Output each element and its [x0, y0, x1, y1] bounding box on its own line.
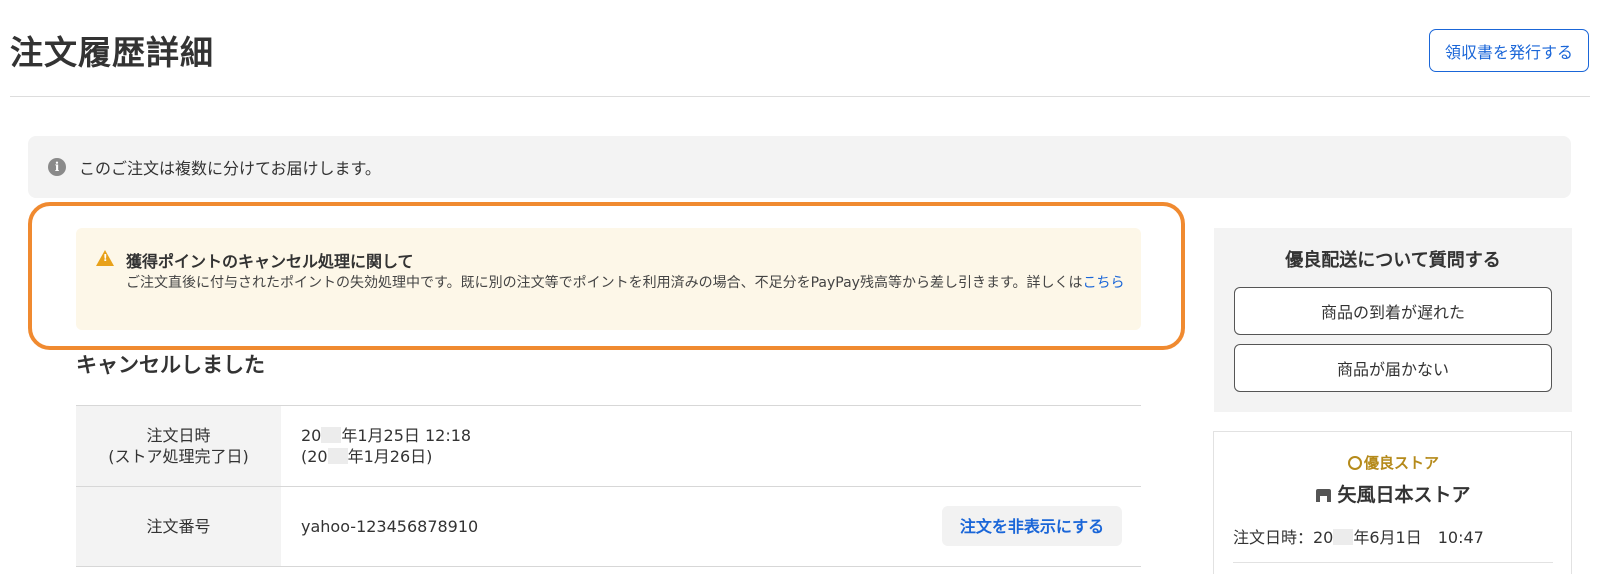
- order-details-table: 注文日時 (ストア処理完了日) 20 年1月25日 12:18 (20 年1月26日…: [76, 405, 1141, 567]
- info-icon: i: [48, 158, 66, 176]
- faq-title: 優良配送について質問する: [1285, 250, 1501, 271]
- table-row: 注文番号 yahoo-123456878910 注文を非表示にする: [76, 487, 1141, 567]
- table-row: 注文日時 (ストア処理完了日) 20 年1月25日 12:18 (20 年1月26日…: [76, 406, 1141, 487]
- header-divider: [10, 96, 1590, 97]
- info-banner-text: このご注文は複数に分けてお届けします。: [79, 159, 381, 178]
- complete-date-prefix: (20: [301, 447, 328, 466]
- issue-receipt-button[interactable]: 領収書を発行する: [1429, 29, 1589, 72]
- order-status-heading: キャンセルしました: [76, 353, 265, 377]
- store-divider: [1233, 562, 1553, 563]
- store-date-suffix: 年6月1日 10:47: [1353, 528, 1484, 547]
- notice-body: ご注文直後に付与されたポイントの失効処理中です。既に別の注文等でポイントを利用済…: [126, 273, 1126, 293]
- order-date-prefix: 20: [301, 426, 322, 445]
- order-datetime: 20 年1月25日 12:18: [301, 425, 1141, 446]
- store-card: 優良ストア 矢風日本ストア 注文日時：20 年6月1日 10:47: [1213, 431, 1572, 574]
- order-date-value: 20 年1月25日 12:18 (20 年1月26日): [281, 406, 1141, 486]
- notice-body-text: ご注文直後に付与されたポイントの失効処理中です。既に別の注文等でポイントを利用済…: [126, 275, 1083, 291]
- not-delivered-button[interactable]: 商品が届かない: [1234, 344, 1552, 392]
- excellent-store-badge: 優良ストア: [1214, 452, 1573, 473]
- redacted-mask: [327, 448, 348, 464]
- order-date-suffix: 年1月25日 12:18: [341, 426, 472, 445]
- redacted-mask: [1333, 529, 1354, 545]
- delivery-faq-panel: 優良配送について質問する 商品の到着が遅れた 商品が届かない: [1214, 228, 1572, 412]
- badge-label: 優良ストア: [1363, 454, 1439, 472]
- order-number-value: yahoo-123456878910 注文を非表示にする: [281, 487, 1141, 566]
- order-date-label: 注文日時 (ストア処理完了日): [76, 406, 281, 486]
- points-cancel-notice: ! 獲得ポイントのキャンセル処理に関して ご注文直後に付与されたポイントの失効処…: [76, 228, 1141, 330]
- multi-delivery-banner: i このご注文は複数に分けてお届けします。: [28, 136, 1571, 198]
- order-date-label-line1: 注文日時: [146, 426, 211, 445]
- order-date-label-line2: (ストア処理完了日): [108, 447, 249, 466]
- details-link[interactable]: こちら: [1083, 275, 1125, 291]
- award-icon: [1347, 456, 1362, 470]
- warning-icon: !: [96, 250, 114, 266]
- page-title: 注文履歴詳細: [10, 33, 214, 72]
- shop-icon: [1316, 489, 1332, 502]
- redacted-mask: [321, 427, 342, 443]
- store-name-label: 矢風日本ストア: [1337, 484, 1471, 506]
- store-date-prefix: 注文日時：20: [1233, 528, 1334, 547]
- order-number-label: 注文番号: [76, 487, 281, 566]
- late-arrival-button[interactable]: 商品の到着が遅れた: [1234, 287, 1552, 335]
- store-complete-date: (20 年1月26日): [301, 446, 1141, 467]
- hide-order-button[interactable]: 注文を非表示にする: [942, 506, 1122, 546]
- store-order-date: 注文日時：20 年6月1日 10:47: [1233, 524, 1484, 548]
- store-name[interactable]: 矢風日本ストア: [1214, 480, 1573, 507]
- complete-date-suffix: 年1月26日): [347, 447, 433, 466]
- notice-title: 獲得ポイントのキャンセル処理に関して: [126, 252, 414, 271]
